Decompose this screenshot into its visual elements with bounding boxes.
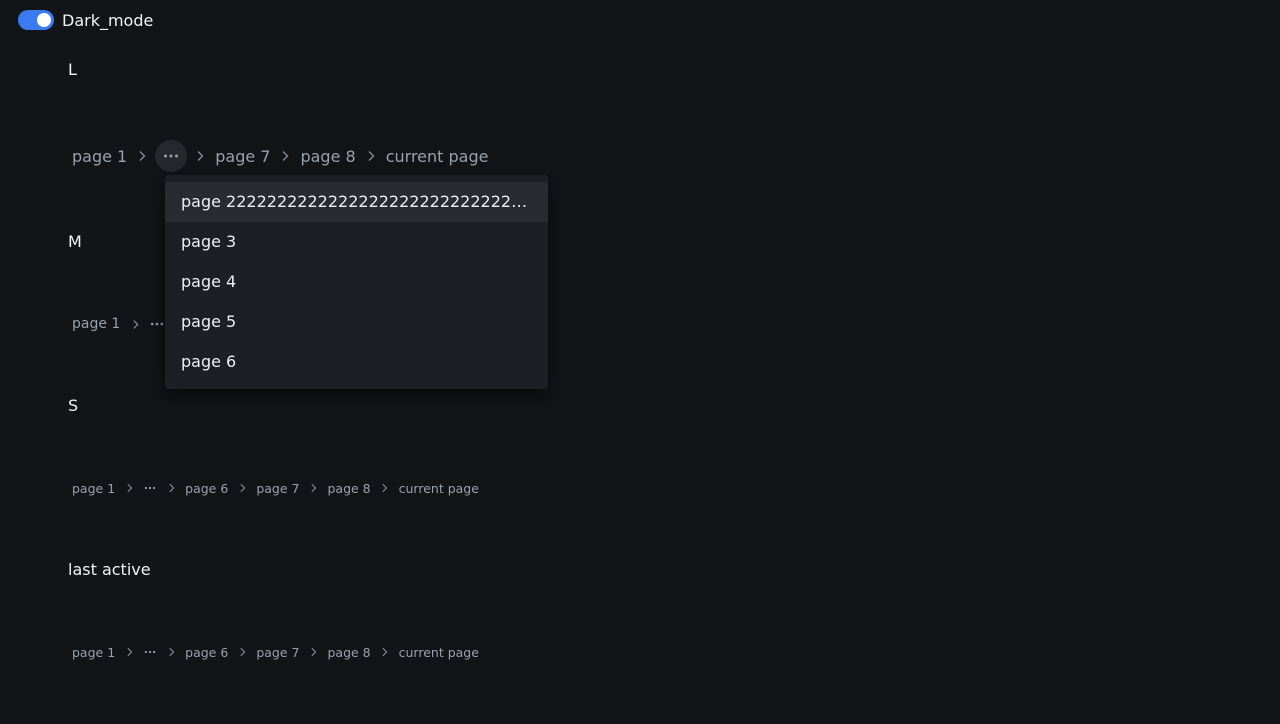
chevron-right-icon <box>119 647 139 657</box>
breadcrumb-s: page 1 page 6 page 7 page 8 current page <box>68 477 483 499</box>
section-label-last-active: last active <box>68 560 151 579</box>
breadcrumb-item[interactable]: page 8 <box>323 481 374 496</box>
breadcrumb-item[interactable]: page 1 <box>68 147 131 166</box>
breadcrumb-l: page 1 page 7 page 8 current page <box>68 140 492 172</box>
chevron-right-icon <box>131 150 153 162</box>
chevron-right-icon <box>303 647 323 657</box>
more-horizontal-icon[interactable] <box>139 477 161 499</box>
chevron-right-icon <box>189 150 211 162</box>
breadcrumb-current: current page <box>385 146 489 166</box>
section-label-l: L <box>68 60 77 79</box>
dropdown-item[interactable]: page 6 <box>165 342 548 382</box>
dropdown-item[interactable]: page 4 <box>165 262 548 302</box>
breadcrumb-item[interactable]: page 7 <box>252 481 303 496</box>
breadcrumb-current: current page <box>398 644 479 660</box>
chevron-right-icon <box>375 647 395 657</box>
dropdown-item[interactable]: page 5 <box>165 302 548 342</box>
dropdown-item[interactable]: page 3 <box>165 222 548 262</box>
chevron-right-icon <box>161 647 181 657</box>
breadcrumb-item[interactable]: page 7 <box>252 645 303 660</box>
breadcrumb-current: current page <box>398 480 479 496</box>
breadcrumb-item[interactable]: page 6 <box>181 645 232 660</box>
dropdown-item[interactable]: page 22222222222222222222222222222222222… <box>165 182 548 222</box>
dark-mode-toggle[interactable] <box>18 10 54 30</box>
breadcrumb-item[interactable]: page 1 <box>68 645 119 660</box>
toggle-knob <box>37 13 51 27</box>
dark-mode-toggle-row: Dark_mode <box>18 10 153 30</box>
breadcrumb-item[interactable]: page 6 <box>181 481 232 496</box>
chevron-right-icon <box>232 483 252 493</box>
chevron-right-icon <box>124 319 146 330</box>
chevron-right-icon <box>375 483 395 493</box>
chevron-right-icon <box>274 150 296 162</box>
chevron-right-icon <box>119 483 139 493</box>
breadcrumb-item[interactable]: page 1 <box>68 316 124 332</box>
dark-mode-label: Dark_mode <box>62 10 154 30</box>
more-horizontal-icon[interactable] <box>155 140 188 172</box>
breadcrumb-item[interactable]: page 8 <box>296 147 359 166</box>
breadcrumb-m: page 1 <box>68 312 168 336</box>
chevron-right-icon <box>360 150 382 162</box>
section-label-m: M <box>68 232 82 251</box>
more-horizontal-icon[interactable] <box>139 641 161 663</box>
chevron-right-icon <box>232 647 252 657</box>
breadcrumb-last-active: page 1 page 6 page 7 page 8 current page <box>68 641 483 663</box>
breadcrumb-overflow-dropdown: page 22222222222222222222222222222222222… <box>165 175 548 389</box>
chevron-right-icon <box>303 483 323 493</box>
breadcrumb-item[interactable]: page 8 <box>323 645 374 660</box>
breadcrumb-item[interactable]: page 7 <box>211 147 274 166</box>
chevron-right-icon <box>161 483 181 493</box>
section-label-s: S <box>68 396 79 415</box>
breadcrumb-item[interactable]: page 1 <box>68 481 119 496</box>
